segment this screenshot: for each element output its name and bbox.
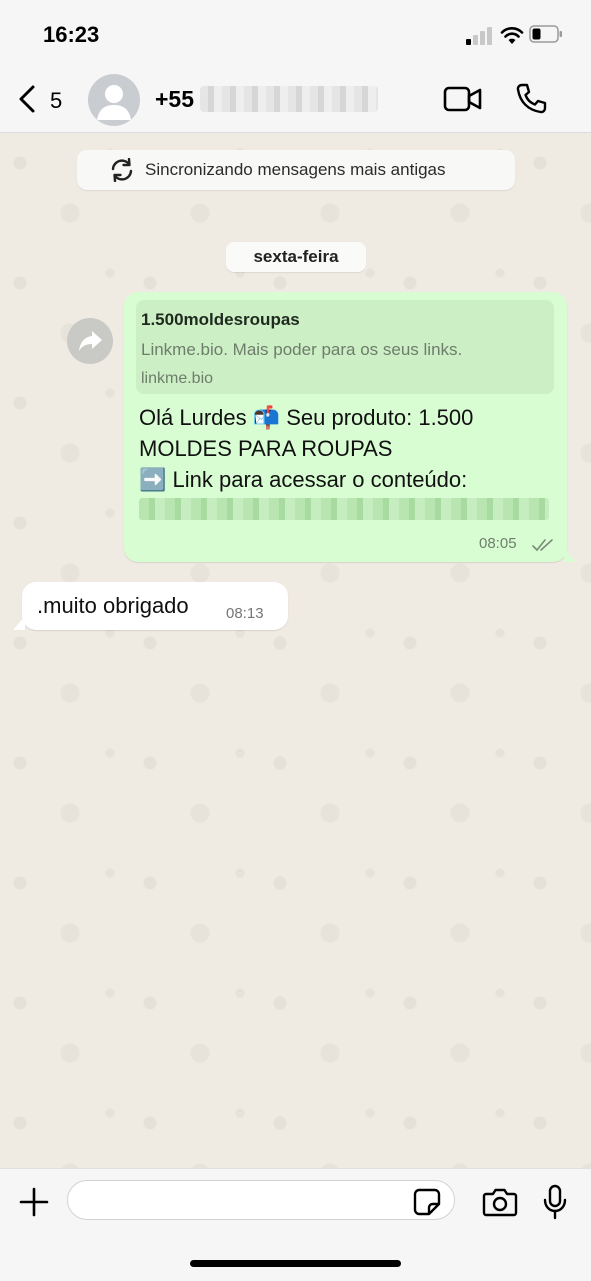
avatar-icon bbox=[97, 85, 131, 120]
wifi-icon bbox=[500, 25, 524, 45]
date-separator: sexta-feira bbox=[226, 242, 366, 272]
sync-banner-text: Sincronizando mensagens mais antigas bbox=[145, 160, 446, 179]
forward-arrow-icon bbox=[79, 331, 102, 351]
camera-icon bbox=[482, 1188, 518, 1217]
redacted-phone-number bbox=[200, 86, 378, 112]
unread-count[interactable]: 5 bbox=[50, 88, 62, 114]
video-call-button[interactable] bbox=[443, 84, 483, 114]
message-line: MOLDES PARA ROUPAS bbox=[139, 436, 393, 461]
chat-area[interactable]: Sincronizando mensagens mais antigas sex… bbox=[0, 133, 591, 1168]
video-camera-icon bbox=[443, 86, 482, 112]
phone-icon bbox=[516, 83, 547, 114]
sync-banner: Sincronizando mensagens mais antigas bbox=[77, 150, 515, 190]
cellular-signal-icon bbox=[466, 27, 494, 45]
outgoing-message-bubble[interactable]: 1.500moldesroupas Linkme.bio. Mais poder… bbox=[124, 292, 576, 562]
incoming-message-bubble[interactable]: .muito obrigado 08:13 bbox=[13, 582, 288, 630]
back-button[interactable] bbox=[16, 84, 40, 114]
redacted-link[interactable] bbox=[139, 498, 549, 520]
link-preview-description: Linkme.bio. Mais poder para os seus link… bbox=[141, 340, 463, 359]
plus-icon bbox=[19, 1187, 49, 1217]
message-line: Olá Lurdes 📬 Seu produto: 1.500 bbox=[139, 405, 474, 430]
sticker-icon bbox=[413, 1188, 441, 1216]
incoming-message-text: .muito obrigado bbox=[37, 593, 189, 618]
contact-phone-prefix[interactable]: +55 bbox=[155, 86, 194, 113]
date-separator-label: sexta-feira bbox=[253, 247, 339, 266]
voice-call-button[interactable] bbox=[514, 82, 548, 116]
outgoing-message-text: Olá Lurdes 📬 Seu produto: 1.500 MOLDES P… bbox=[139, 402, 559, 495]
message-input[interactable] bbox=[67, 1180, 455, 1220]
sync-icon bbox=[109, 158, 135, 182]
forward-button[interactable] bbox=[67, 318, 113, 364]
double-check-icon bbox=[532, 538, 554, 552]
avatar[interactable] bbox=[88, 74, 140, 126]
link-preview[interactable]: 1.500moldesroupas Linkme.bio. Mais poder… bbox=[136, 300, 554, 394]
chat-header: 5 +55 bbox=[0, 66, 591, 133]
sticker-button[interactable] bbox=[413, 1188, 441, 1216]
outgoing-message-time: 08:05 bbox=[479, 535, 517, 552]
battery-icon bbox=[529, 25, 563, 43]
attach-button[interactable] bbox=[19, 1187, 49, 1217]
link-preview-title: 1.500moldesroupas bbox=[141, 310, 300, 329]
status-time: 16:23 bbox=[43, 22, 100, 47]
status-bar: 16:23 bbox=[0, 0, 591, 66]
microphone-icon bbox=[543, 1184, 567, 1220]
message-line: ➡️ Link para acessar o conteúdo: bbox=[139, 467, 468, 492]
link-preview-host: linkme.bio bbox=[141, 370, 214, 387]
voice-message-button[interactable] bbox=[543, 1184, 567, 1220]
home-indicator[interactable] bbox=[190, 1260, 401, 1267]
chevron-left-icon bbox=[19, 85, 35, 113]
camera-button[interactable] bbox=[482, 1187, 518, 1217]
incoming-message-time: 08:13 bbox=[226, 605, 264, 622]
